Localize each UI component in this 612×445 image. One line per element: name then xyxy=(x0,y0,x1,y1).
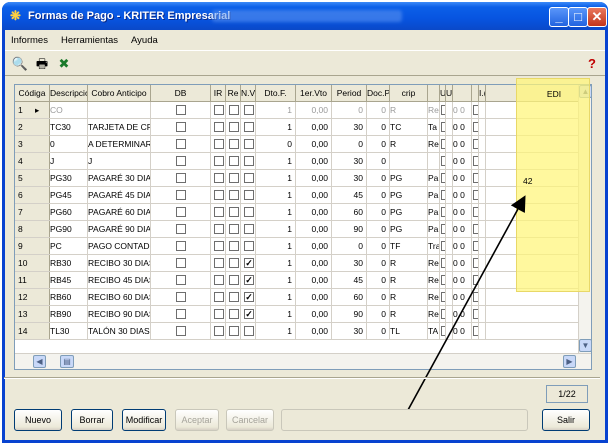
aceptar-button[interactable]: Aceptar xyxy=(175,409,219,431)
status-field xyxy=(281,409,528,431)
salir-button[interactable]: Salir xyxy=(542,409,590,431)
modificar-button[interactable]: Modificar xyxy=(122,409,166,431)
nuevo-button[interactable]: Nuevo xyxy=(14,409,62,431)
cancelar-button[interactable]: Cancelar xyxy=(226,409,274,431)
record-pager: 1/22 xyxy=(546,385,588,403)
borrar-button[interactable]: Borrar xyxy=(71,409,113,431)
separator xyxy=(4,377,600,379)
